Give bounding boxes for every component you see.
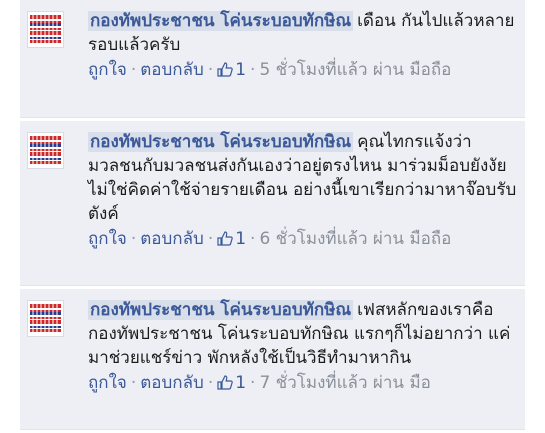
like-count[interactable]: 1	[235, 229, 246, 249]
comment: กองทัพประชาชน โค่นระบอบทักษิณ คุณไทกรแจ้ง…	[20, 121, 525, 286]
avatar[interactable]	[27, 11, 64, 48]
separator-dot: ·	[250, 229, 256, 249]
comment-body: กองทัพประชาชน โค่นระบอบทักษิณ เฟสหลักของเ…	[88, 298, 519, 370]
comment-list: กองทัพประชาชน โค่นระบอบทักษิณ เดือน กันไป…	[20, 0, 525, 433]
comment: กองทัพประชาชน โค่นระบอบทักษิณ เฟสหลักของเ…	[20, 289, 525, 430]
thumbs-up-icon[interactable]	[217, 60, 233, 84]
comment-body: กองทัพประชาชน โค่นระบอบทักษิณ เดือน กันไป…	[88, 9, 519, 57]
like-link[interactable]: ถูกใจ	[88, 229, 127, 249]
avatar[interactable]	[27, 132, 64, 169]
separator-dot: ·	[130, 60, 137, 80]
reply-link[interactable]: ตอบกลับ	[140, 60, 204, 80]
like-count[interactable]: 1	[235, 373, 246, 393]
like-count[interactable]: 1	[235, 60, 246, 80]
comment-author-link[interactable]: กองทัพประชาชน โค่นระบอบทักษิณ	[88, 132, 354, 152]
comment-actions: ถูกใจ · ตอบกลับ · 1 · 5 ชั่วโมงที่แล้ว ผ่าน มื…	[88, 58, 519, 84]
separator-dot: ·	[207, 60, 214, 80]
thumbs-up-icon[interactable]	[217, 373, 233, 397]
comment-author-link[interactable]: กองทัพประชาชน โค่นระบอบทักษิณ	[88, 11, 354, 31]
comment: กองทัพประชาชน โค่นระบอบทักษิณ เดือน กันไป…	[20, 0, 525, 118]
comment-actions: ถูกใจ · ตอบกลับ · 1 · 6 ชั่วโมงที่แล้ว ผ่าน มื…	[88, 227, 519, 253]
separator-dot: ·	[207, 373, 214, 393]
comment-body: กองทัพประชาชน โค่นระบอบทักษิณ คุณไทกรแจ้ง…	[88, 130, 519, 226]
comment-timestamp[interactable]: 6 ชั่วโมงที่แล้ว ผ่าน มือถือ	[259, 229, 451, 249]
separator-dot: ·	[250, 60, 256, 80]
comment-author-link[interactable]: กองทัพประชาชน โค่นระบอบทักษิณ	[88, 300, 354, 320]
reply-link[interactable]: ตอบกลับ	[140, 373, 204, 393]
like-link[interactable]: ถูกใจ	[88, 60, 127, 80]
like-link[interactable]: ถูกใจ	[88, 373, 127, 393]
separator-dot: ·	[130, 373, 137, 393]
comment-timestamp[interactable]: 5 ชั่วโมงที่แล้ว ผ่าน มือถือ	[259, 60, 451, 80]
comment-actions: ถูกใจ · ตอบกลับ · 1 · 7 ชั่วโมงที่แล้ว ผ่าน มื…	[88, 371, 519, 397]
separator-dot: ·	[250, 373, 256, 393]
reply-link[interactable]: ตอบกลับ	[140, 229, 204, 249]
avatar[interactable]	[27, 300, 64, 337]
separator-dot: ·	[207, 229, 214, 249]
comment-timestamp[interactable]: 7 ชั่วโมงที่แล้ว ผ่าน มือ	[259, 373, 430, 393]
thumbs-up-icon[interactable]	[217, 229, 233, 253]
separator-dot: ·	[130, 229, 137, 249]
